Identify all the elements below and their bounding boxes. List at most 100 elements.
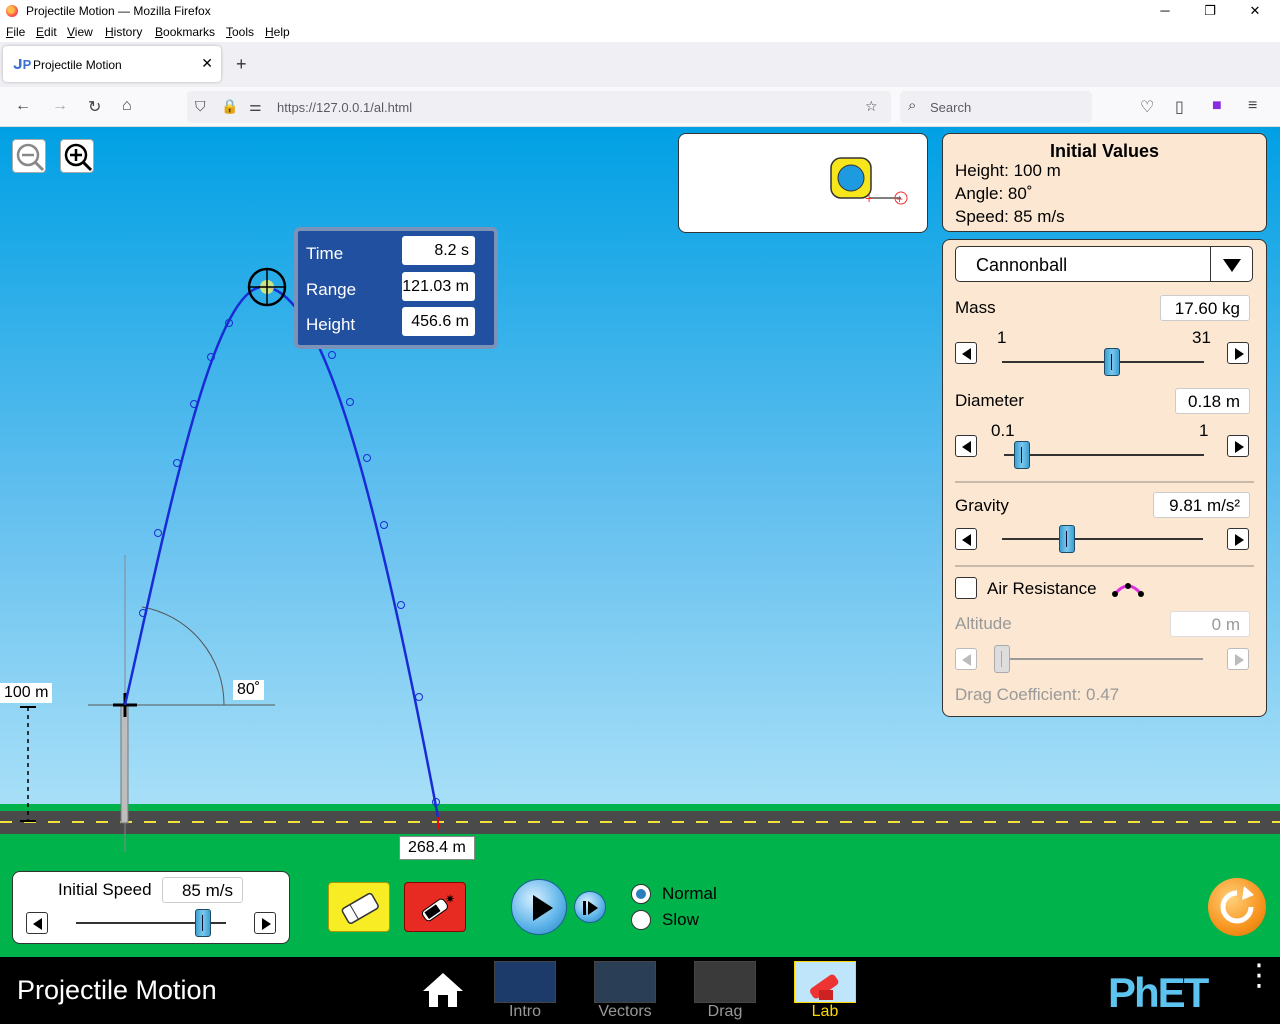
zoom-out-button[interactable] <box>12 139 46 173</box>
air-resistance-checkbox[interactable] <box>955 577 977 599</box>
range-label: Range <box>306 280 357 299</box>
time-label: Time <box>306 244 344 263</box>
lock-icon[interactable]: 🔒 <box>221 98 238 115</box>
phet-menu-icon[interactable]: ⋮ <box>1244 961 1274 991</box>
mass-slider-track <box>1002 361 1204 363</box>
diameter-label: Diameter <box>955 391 1024 410</box>
diameter-decrement-button[interactable] <box>955 435 977 457</box>
gravity-slider-thumb[interactable] <box>1059 525 1075 553</box>
gravity-value: 9.81 m/s² <box>1153 492 1250 518</box>
maximize-icon[interactable]: ❐ <box>1187 0 1233 22</box>
mass-decrement-button[interactable] <box>955 342 977 364</box>
zoom-in-button[interactable] <box>60 139 94 173</box>
initial-speed-slider-thumb[interactable] <box>195 909 211 937</box>
play-button[interactable] <box>511 879 567 935</box>
menu-bookmarks[interactable]: Bookmarks <box>155 25 215 39</box>
sim-title: Projectile Motion <box>17 975 217 1005</box>
pocket-icon[interactable]: ♡ <box>1140 97 1154 117</box>
mass-increment-button[interactable] <box>1227 342 1249 364</box>
vectors-screen-icon[interactable] <box>594 961 656 1003</box>
altitude-increment-button[interactable] <box>1227 648 1249 670</box>
menu-edit[interactable]: Edit <box>36 25 57 39</box>
intro-screen-icon[interactable] <box>494 961 556 1003</box>
shield-icon[interactable]: ⛉ <box>195 98 206 115</box>
panel-divider <box>955 565 1254 567</box>
time-value: 8.2 s <box>402 236 475 265</box>
slow-speed-label[interactable]: Slow <box>662 910 699 930</box>
altitude-slider-thumb[interactable] <box>994 645 1010 673</box>
url-text: https://127.0.0.1/al.html <box>277 100 413 115</box>
angle-marker-label: 80˚ <box>233 680 265 700</box>
bookmark-star-icon[interactable]: ☆ <box>865 98 878 115</box>
tab-close-icon[interactable]: ✕ <box>201 55 213 72</box>
drag-screen-icon[interactable] <box>694 961 756 1003</box>
diameter-increment-button[interactable] <box>1227 435 1249 457</box>
normal-speed-label[interactable]: Normal <box>662 884 717 904</box>
menu-history[interactable]: History <box>105 25 142 39</box>
erase-button[interactable] <box>328 882 390 932</box>
mass-value: 17.60 kg <box>1160 295 1250 321</box>
chevron-down-icon[interactable] <box>1210 247 1252 281</box>
reload-icon[interactable]: ↻ <box>88 97 101 117</box>
menu-help[interactable]: Help <box>265 25 290 39</box>
search-placeholder: Search <box>930 100 972 115</box>
back-icon[interactable]: ← <box>15 97 31 115</box>
initial-speed-label: Initial Speed <box>58 880 152 899</box>
air-resistance-label[interactable]: Air Resistance <box>987 579 1097 599</box>
landing-distance-label: 268.4 m <box>399 836 475 860</box>
screen-drag-label[interactable]: Drag <box>685 1003 765 1021</box>
menu-tools[interactable]: Tools <box>226 25 254 39</box>
zoom-in-icon <box>64 143 93 172</box>
mass-label: Mass <box>955 298 996 317</box>
home-screen-icon[interactable] <box>421 969 465 1009</box>
initial-values-panel: Initial Values Height: 100 m Angle: 80˚ … <box>942 133 1267 232</box>
height-marker-label: 100 m <box>0 683 53 703</box>
reset-all-button[interactable] <box>1208 878 1266 936</box>
initial-speed-decrement-button[interactable] <box>26 912 48 934</box>
menu-file[interactable]: File <box>6 25 25 39</box>
fire-button[interactable]: ✷ <box>404 882 466 932</box>
screen-vectors-label[interactable]: Vectors <box>585 1003 665 1021</box>
step-forward-button[interactable] <box>574 891 606 923</box>
projectile-select-value: Cannonball <box>976 255 1068 275</box>
screen-lab-label[interactable]: Lab <box>785 1003 865 1021</box>
gravity-decrement-button[interactable] <box>955 528 977 550</box>
projectile-select[interactable]: Cannonball <box>955 246 1253 282</box>
range-value: 121.03 m <box>402 272 475 301</box>
menu-bar: File Edit View History Bookmarks Tools H… <box>0 22 1280 42</box>
search-bar[interactable]: ⌕ Search <box>900 91 1092 123</box>
svg-text:+: + <box>865 190 873 206</box>
gravity-increment-button[interactable] <box>1227 528 1249 550</box>
close-window-icon[interactable]: ✕ <box>1232 0 1278 22</box>
screen-intro-label[interactable]: Intro <box>485 1003 565 1021</box>
new-tab-icon[interactable]: + <box>236 54 247 75</box>
normal-speed-radio[interactable] <box>631 884 651 904</box>
window-titlebar: Projectile Motion — Mozilla Firefox ─ ❐ … <box>0 0 1280 22</box>
svg-text:+: + <box>896 192 903 206</box>
home-icon[interactable]: ⌂ <box>122 97 132 115</box>
altitude-slider-track <box>1002 658 1203 660</box>
initial-speed-increment-button[interactable] <box>254 912 276 934</box>
mass-slider-thumb[interactable] <box>1104 348 1120 376</box>
diameter-slider-thumb[interactable] <box>1014 441 1030 469</box>
forward-icon[interactable]: → <box>52 97 68 115</box>
readout-panel[interactable]: Time 8.2 s Range 121.03 m Height 456.6 m <box>294 227 498 349</box>
initial-angle: Angle: 80˚ <box>955 184 1033 203</box>
height-label: Height <box>306 315 356 334</box>
app-menu-icon[interactable]: ≡ <box>1248 97 1257 115</box>
reader-icon[interactable]: ▯ <box>1175 97 1184 117</box>
step-icon <box>583 901 598 915</box>
measuring-tape-icon[interactable]: + + <box>829 156 919 212</box>
lab-screen-icon[interactable] <box>794 961 856 1003</box>
permissions-icon[interactable]: ⚌ <box>249 98 262 115</box>
diameter-slider-track <box>1004 454 1204 456</box>
lab-cannon-icon <box>810 974 839 1000</box>
url-bar[interactable]: ⛉ 🔒 ⚌ https://127.0.0.1/al.html ☆ <box>187 91 891 123</box>
minimize-icon[interactable]: ─ <box>1142 0 1188 22</box>
tab-projectile-motion[interactable]: ᒍP Projectile Motion ✕ <box>3 46 221 82</box>
altitude-decrement-button[interactable] <box>955 648 977 670</box>
phet-logo[interactable]: PhET <box>1108 969 1209 1017</box>
extension-icon[interactable]: ■ <box>1212 97 1222 115</box>
menu-view[interactable]: View <box>67 25 93 39</box>
slow-speed-radio[interactable] <box>631 910 651 930</box>
